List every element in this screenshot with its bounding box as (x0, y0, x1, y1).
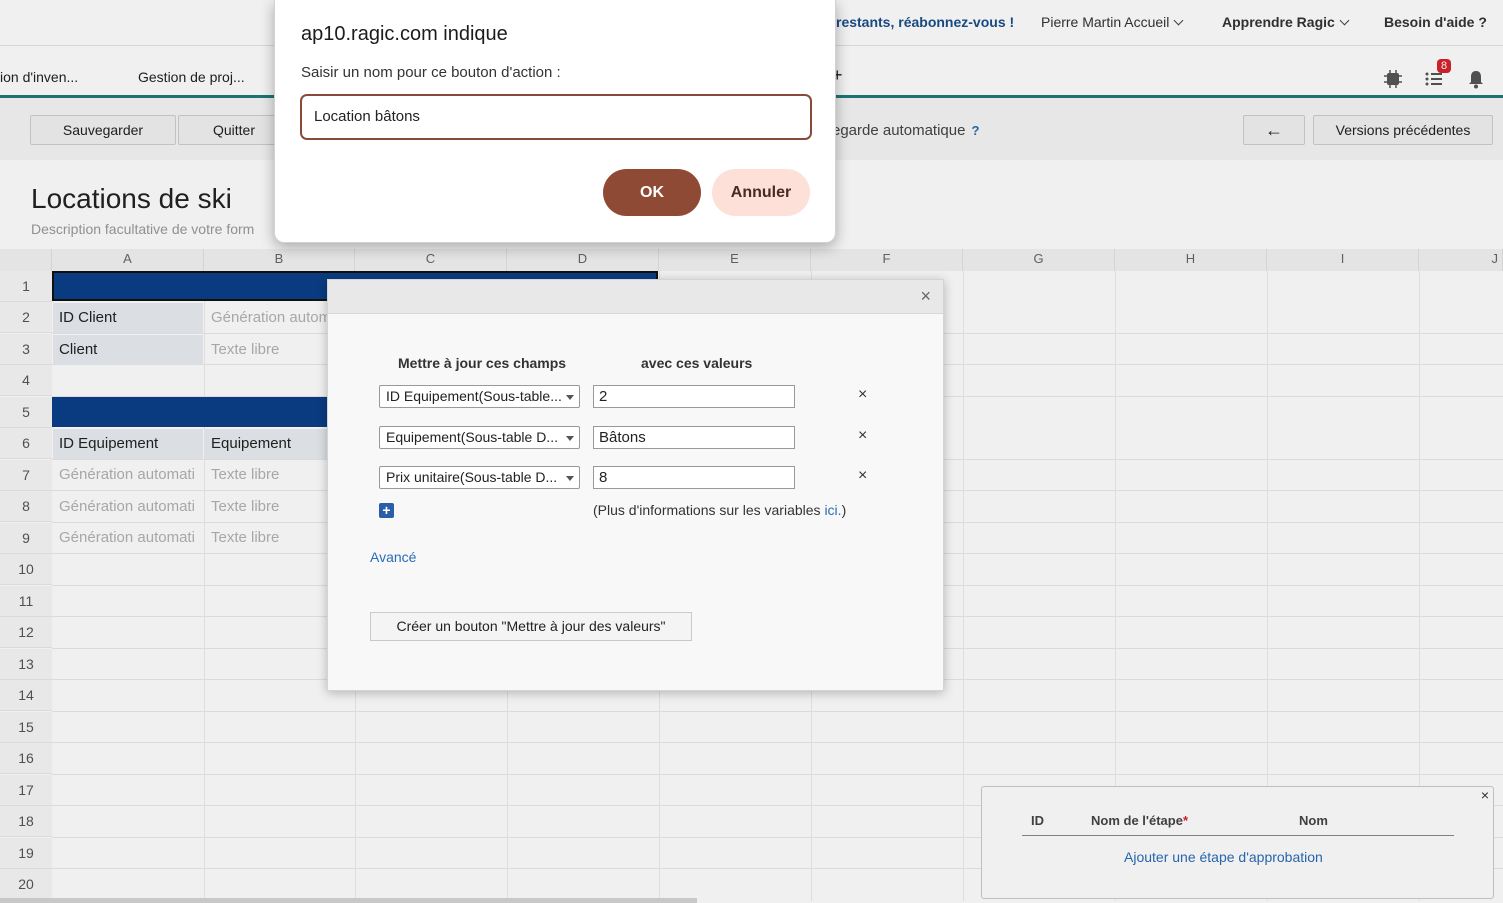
remove-row-icon[interactable]: × (858, 427, 867, 445)
ok-button[interactable]: OK (603, 169, 701, 216)
advanced-link[interactable]: Avancé (370, 549, 416, 565)
field-select[interactable]: Equipement(Sous-table D... (379, 426, 580, 449)
value-input[interactable]: 2 (593, 385, 795, 408)
field-select[interactable]: Prix unitaire(Sous-table D... (379, 466, 580, 489)
variables-info-link[interactable]: ici. (824, 502, 841, 518)
prompt-title: ap10.ragic.com indique (301, 23, 508, 45)
field-select-value: Prix unitaire(Sous-table D... (386, 469, 558, 485)
horizontal-scrollbar[interactable] (0, 898, 697, 903)
field-select-value: ID Equipement(Sous-table... (386, 388, 562, 404)
browser-prompt-dialog: ap10.ragic.com indique Saisir un nom pou… (274, 0, 836, 243)
add-row-icon[interactable]: + (379, 503, 394, 518)
variables-info-text: (Plus d'informations sur les variables (593, 502, 825, 518)
field-select[interactable]: ID Equipement(Sous-table... (379, 385, 580, 408)
value-input[interactable]: 8 (593, 466, 795, 489)
variables-info: (Plus d'informations sur les variables i… (593, 502, 846, 518)
prompt-message: Saisir un nom pour ce bouton d'action : (301, 64, 561, 81)
remove-row-icon[interactable]: × (858, 467, 867, 485)
dialog-header (328, 280, 943, 314)
variables-info-close-paren: ) (841, 502, 847, 518)
create-update-button[interactable]: Créer un bouton "Mettre à jour des valeu… (370, 612, 692, 641)
dropdown-arrow-icon (566, 395, 574, 400)
close-icon[interactable]: × (920, 286, 931, 307)
update-values-dialog: × Mettre à jour ces champs avec ces vale… (327, 279, 944, 691)
dropdown-arrow-icon (566, 476, 574, 481)
dropdown-arrow-icon (566, 436, 574, 441)
fields-column-header: Mettre à jour ces champs (398, 355, 567, 371)
remove-row-icon[interactable]: × (858, 386, 867, 404)
cancel-button[interactable]: Annuler (712, 169, 810, 216)
field-select-value: Equipement(Sous-table D... (386, 429, 558, 445)
values-column-header: avec ces valeurs (641, 355, 753, 371)
action-button-name-input[interactable]: Location bâtons (300, 94, 812, 140)
value-input[interactable]: Bâtons (593, 426, 795, 449)
